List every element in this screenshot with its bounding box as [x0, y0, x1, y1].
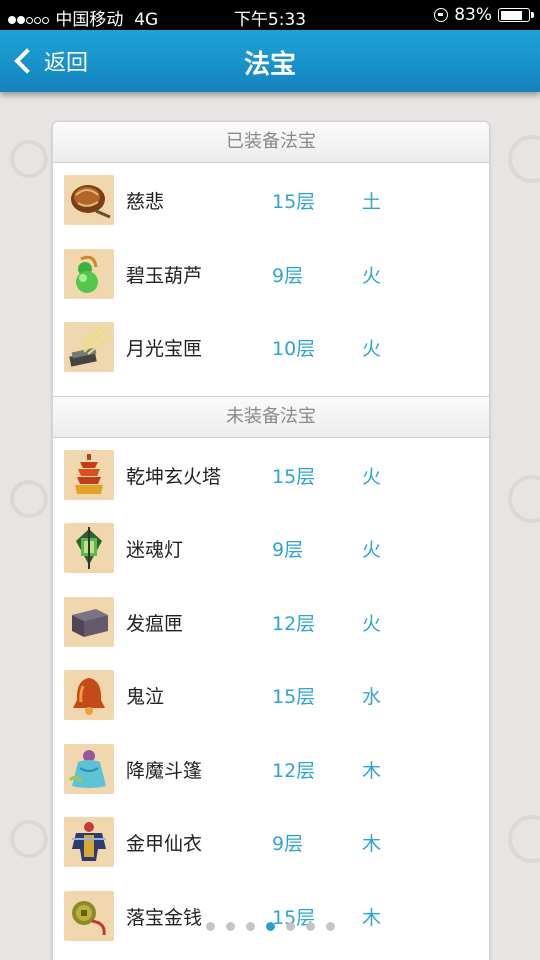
page-dot-active[interactable]: [265, 922, 275, 931]
treasure-row[interactable]: 月光宝匣 10层 火: [53, 310, 489, 384]
coin-icon: [64, 890, 114, 941]
treasure-layer: 12层: [272, 612, 316, 635]
treasure-layer: 12层: [272, 759, 316, 782]
cloak-icon: [64, 743, 114, 794]
treasure-layer: 15层: [272, 191, 316, 213]
armor-icon: [64, 817, 114, 867]
pagoda-icon: [64, 449, 114, 500]
rotation-lock-icon: [434, 8, 449, 22]
treasure-element: 木: [362, 833, 382, 855]
treasure-row[interactable]: 乾坤玄火塔 15层 火: [53, 438, 489, 512]
treasure-layer: 9层: [272, 264, 304, 287]
moonlight-box-icon: [64, 322, 114, 372]
treasure-element: 土: [362, 191, 382, 213]
treasure-layer: 9层: [272, 833, 304, 855]
bell-icon: [64, 670, 114, 720]
treasure-name: 碧玉葫芦: [126, 264, 203, 287]
navigation-bar: 返回 法宝: [0, 30, 540, 92]
treasure-name: 乾坤玄火塔: [126, 465, 222, 488]
treasure-row[interactable]: 发瘟匣 12层 火: [53, 585, 489, 659]
equipped-list: 慈悲 15层土碧玉葫芦 9层火月光宝匣 10层火: [53, 163, 489, 396]
treasure-name: 金甲仙衣: [126, 833, 203, 855]
equipped-section-header: 已装备法宝: [53, 122, 489, 163]
treasure-row[interactable]: 落宝金钱 15层木: [53, 879, 489, 953]
page-dot[interactable]: [325, 922, 335, 931]
page-title: 法宝: [243, 50, 296, 80]
treasure-row[interactable]: 金甲仙衣 9层 木: [53, 805, 489, 879]
treasure-element: 火: [362, 264, 382, 287]
page-indicator[interactable]: [0, 922, 540, 931]
battery-percent: 83%: [454, 5, 492, 25]
treasure-element: 火: [362, 338, 382, 360]
treasure-layer: 15层: [272, 686, 316, 708]
lantern-icon: [64, 523, 114, 573]
page-dot[interactable]: [305, 922, 315, 931]
battery-icon: [498, 8, 534, 22]
drum-icon: [64, 175, 114, 225]
page-dot[interactable]: [205, 922, 215, 931]
treasure-element: 火: [362, 465, 382, 488]
page-dot[interactable]: [225, 922, 235, 931]
treasure-row[interactable]: 降魔斗篷 12层 木: [53, 732, 489, 806]
treasure-row[interactable]: 碧玉葫芦 9层 火: [53, 237, 489, 311]
treasure-element: 木: [362, 759, 382, 782]
treasure-name: 迷魂灯: [126, 539, 184, 561]
treasure-list-card: 已装备法宝 慈悲 15层土碧玉葫芦 9层火月光宝匣 10层火 未装备法宝 乾坤玄火塔 1…: [52, 121, 490, 960]
treasure-row[interactable]: 鬼泣 15层 水: [53, 658, 489, 732]
unequipped-section-header: 未装备法宝: [53, 395, 489, 438]
treasure-layer: 15层: [272, 465, 316, 488]
battery-info: 83%: [434, 5, 534, 25]
treasure-element: 火: [362, 539, 382, 561]
treasure-row[interactable]: 迷魂灯 9层 火: [53, 511, 489, 585]
treasure-layer: 10层: [272, 338, 316, 360]
treasure-name: 降魔斗篷: [126, 759, 203, 782]
page-dot[interactable]: [285, 922, 295, 931]
treasure-element: 水: [362, 686, 382, 708]
unequipped-list: 乾坤玄火塔 15层火迷魂灯 9层火发瘟匣 12层火鬼泣 15层水降魔斗篷 12层木金甲仙衣…: [53, 438, 489, 953]
treasure-element: 火: [362, 612, 382, 635]
treasure-name: 月光宝匣: [126, 338, 203, 360]
plague-box-icon: [64, 596, 114, 647]
gourd-icon: [64, 248, 114, 299]
treasure-layer: 9层: [272, 539, 304, 561]
page-dot[interactable]: [245, 922, 255, 931]
treasure-row[interactable]: 慈悲 15层 土: [53, 163, 489, 237]
status-bar: 中国移动 4G 下午5:33 83%: [0, 0, 540, 30]
treasure-name: 发瘟匣: [126, 612, 184, 635]
treasure-name: 鬼泣: [126, 686, 165, 708]
treasure-name: 慈悲: [126, 191, 165, 213]
